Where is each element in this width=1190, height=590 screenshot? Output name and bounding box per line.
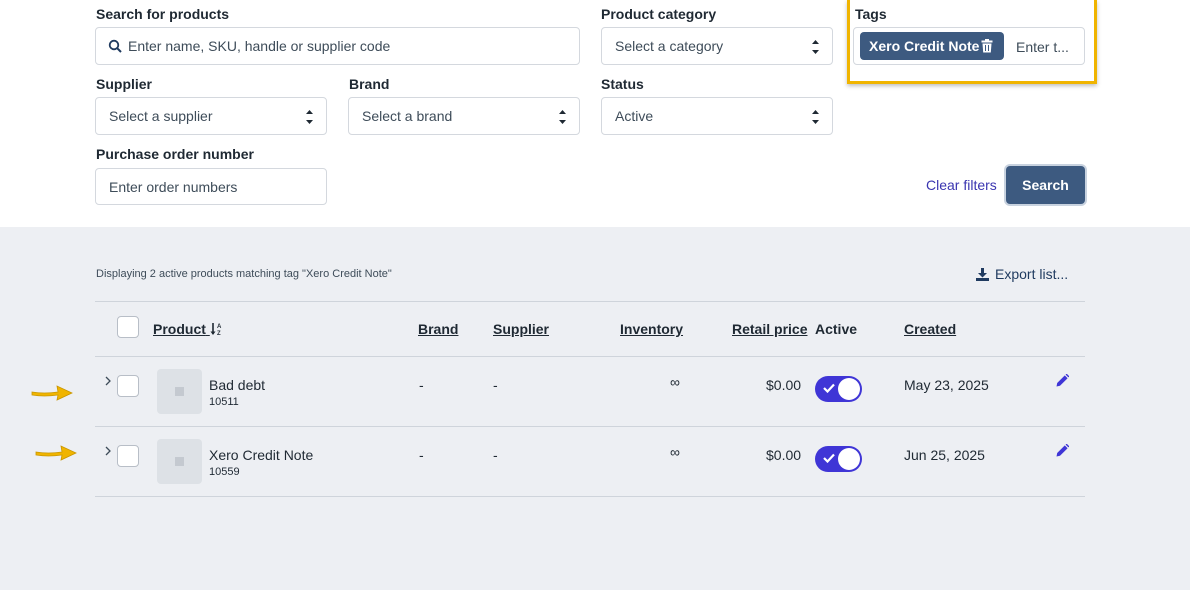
check-icon [823, 383, 835, 393]
column-product[interactable]: Product A Z [153, 321, 224, 337]
filter-panel: Search for products Enter name, SKU, han… [0, 0, 1190, 227]
trash-icon[interactable] [981, 39, 993, 53]
clear-filters-link[interactable]: Clear filters [926, 177, 997, 193]
sort-icon: A Z [210, 323, 222, 337]
tags-label: Tags [855, 6, 887, 22]
product-price: $0.00 [766, 447, 802, 463]
arrow-annotation-icon [35, 445, 77, 461]
po-label: Purchase order number [96, 146, 254, 162]
column-inventory[interactable]: Inventory [620, 321, 683, 337]
brand-select[interactable]: Select a brand [348, 97, 580, 135]
tag-chip: Xero Credit Note [860, 32, 1004, 60]
image-placeholder-icon [157, 369, 202, 414]
tags-text-input[interactable]: Enter t... [1016, 39, 1069, 55]
tags-input[interactable]: Xero Credit Note Enter t... [853, 27, 1085, 65]
download-icon [976, 267, 989, 281]
product-price: $0.00 [766, 377, 802, 393]
column-active: Active [815, 321, 858, 337]
column-retail-price[interactable]: Retail price [732, 321, 807, 337]
toggle-knob [838, 448, 860, 470]
po-placeholder: Enter order numbers [109, 178, 238, 195]
product-brand: - [419, 447, 424, 463]
active-toggle[interactable] [815, 376, 862, 402]
toggle-knob [838, 378, 860, 400]
product-created: Jun 25, 2025 [904, 447, 985, 463]
updown-icon [812, 110, 819, 124]
row-checkbox[interactable] [117, 445, 139, 467]
table-bottom-divider [95, 496, 1085, 497]
category-select[interactable]: Select a category [601, 27, 833, 65]
category-label: Product category [601, 6, 717, 22]
status-select[interactable]: Active [601, 97, 833, 135]
column-created[interactable]: Created [904, 321, 956, 337]
table-row: Xero Credit Note 10559 - - ∞ $0.00 Jun 2… [0, 426, 1190, 496]
results-panel: Displaying 2 active products matching ta… [0, 227, 1190, 590]
product-created: May 23, 2025 [904, 377, 989, 393]
search-input[interactable]: Enter name, SKU, handle or supplier code [95, 27, 580, 65]
updown-icon [306, 110, 313, 124]
table-top-divider [95, 301, 1085, 302]
supplier-select[interactable]: Select a supplier [95, 97, 327, 135]
column-brand[interactable]: Brand [418, 321, 458, 337]
product-sku: 10559 [209, 466, 240, 478]
chevron-right-icon[interactable] [104, 446, 112, 456]
tag-chip-label: Xero Credit Note [869, 38, 980, 54]
status-value: Active [615, 108, 654, 124]
product-name[interactable]: Xero Credit Note [209, 447, 313, 463]
category-value: Select a category [615, 38, 724, 54]
search-placeholder: Enter name, SKU, handle or supplier code [128, 38, 391, 54]
product-name[interactable]: Bad debt [209, 377, 265, 393]
results-summary: Displaying 2 active products matching ta… [96, 268, 392, 280]
image-placeholder-icon [157, 439, 202, 484]
product-supplier: - [493, 447, 498, 463]
row-checkbox[interactable] [117, 375, 139, 397]
product-sku: 10511 [209, 396, 239, 408]
brand-value: Select a brand [362, 108, 453, 124]
search-label: Search for products [96, 6, 230, 22]
export-list-label: Export list... [995, 266, 1069, 282]
active-toggle[interactable] [815, 446, 862, 472]
export-list-button[interactable]: Export list... [976, 266, 1068, 282]
product-inventory: ∞ [670, 374, 680, 390]
pencil-icon[interactable] [1056, 444, 1069, 457]
svg-text:A: A [217, 324, 222, 330]
brand-label: Brand [349, 76, 390, 92]
po-input[interactable]: Enter order numbers [95, 168, 327, 205]
select-all-checkbox[interactable] [117, 316, 139, 338]
check-icon [823, 453, 835, 463]
chevron-right-icon[interactable] [104, 376, 112, 386]
supplier-label: Supplier [96, 76, 153, 92]
table-row: Bad debt 10511 - - ∞ $0.00 May 23, 2025 [0, 356, 1190, 426]
search-icon [108, 39, 122, 53]
arrow-annotation-icon [31, 385, 73, 401]
product-supplier: - [493, 377, 498, 393]
status-label: Status [601, 76, 644, 92]
supplier-value: Select a supplier [109, 108, 213, 124]
search-button[interactable]: Search [1006, 166, 1085, 204]
product-inventory: ∞ [670, 444, 680, 460]
pencil-icon[interactable] [1056, 374, 1069, 387]
updown-icon [559, 110, 566, 124]
column-supplier[interactable]: Supplier [493, 321, 549, 337]
svg-text:Z: Z [217, 331, 221, 336]
updown-icon [812, 40, 819, 54]
product-brand: - [419, 377, 424, 393]
column-product-label: Product [153, 321, 206, 337]
